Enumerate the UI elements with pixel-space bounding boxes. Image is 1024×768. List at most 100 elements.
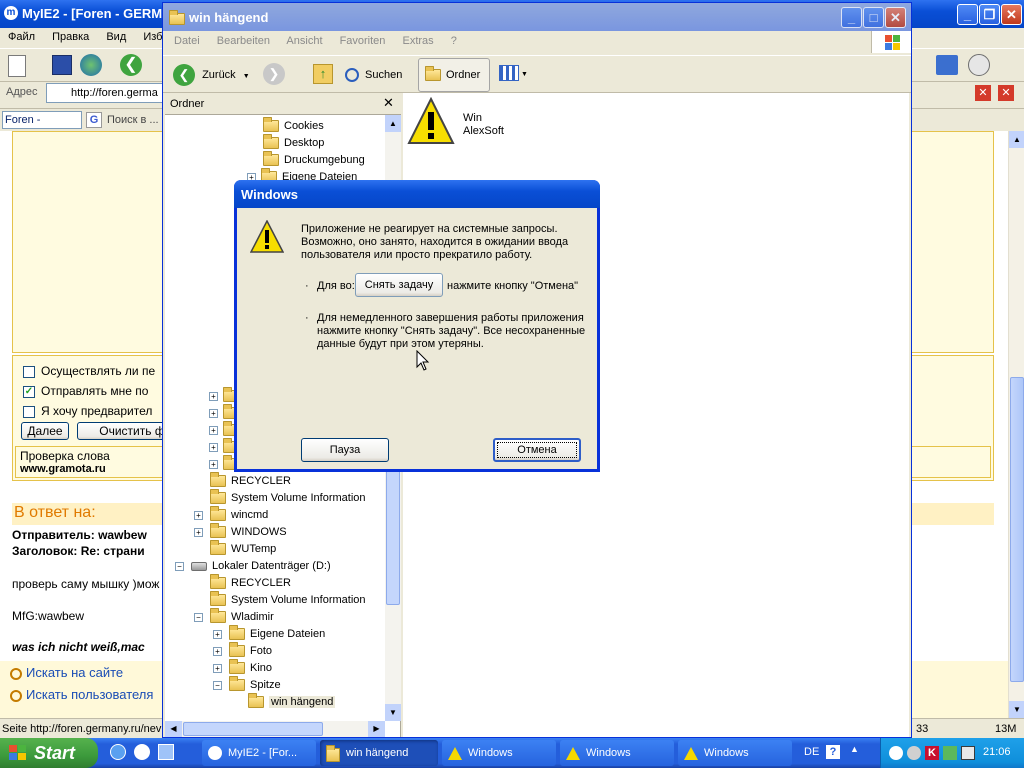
close-all-icon[interactable]: ✕ bbox=[998, 85, 1014, 101]
end-task-button[interactable]: Снять задачу bbox=[355, 273, 443, 297]
cancel-button[interactable]: Отмена bbox=[493, 438, 581, 462]
collapse-icon[interactable]: − bbox=[213, 680, 222, 690]
checkbox-row-3[interactable]: Я хочу предварител bbox=[23, 404, 152, 418]
expand-icon[interactable]: + bbox=[213, 646, 222, 656]
tree-item[interactable]: + Foto bbox=[213, 642, 272, 660]
browser-menu-file[interactable]: Файл bbox=[8, 31, 35, 43]
tree-hscrollbar[interactable]: ◀ ▶ bbox=[165, 721, 385, 737]
browser-menu-view[interactable]: Вид bbox=[106, 31, 126, 43]
browser-minimize-button[interactable]: _ bbox=[957, 4, 978, 25]
scroll-down-button[interactable]: ▼ bbox=[1009, 701, 1024, 718]
expand-icon[interactable]: + bbox=[213, 629, 222, 639]
quicklaunch-explorer-icon[interactable] bbox=[158, 744, 174, 760]
next-button[interactable]: Далее bbox=[21, 422, 69, 440]
tree-item[interactable]: − Spitze bbox=[213, 676, 281, 694]
browser-restore-button[interactable]: ❐ bbox=[979, 4, 1000, 25]
address-input[interactable]: http://foren.germa bbox=[46, 83, 164, 103]
explorer-menu-file[interactable]: Datei bbox=[174, 35, 200, 47]
tree-item[interactable]: Druckumgebung bbox=[263, 151, 365, 169]
scroll-thumb[interactable] bbox=[1010, 377, 1024, 682]
search-box[interactable]: Поиск в ... bbox=[107, 114, 159, 126]
expand-icon[interactable]: + bbox=[209, 425, 218, 435]
tree-item[interactable]: win hängend bbox=[232, 693, 336, 711]
tray-antivirus-icon[interactable]: K bbox=[925, 746, 939, 760]
explorer-close-button[interactable]: ✕ bbox=[885, 7, 906, 28]
expand-icon[interactable]: + bbox=[213, 663, 222, 673]
browser-tab[interactable]: Foren - GERM... bbox=[2, 111, 82, 142]
explorer-menu-edit[interactable]: Bearbeiten bbox=[217, 35, 270, 47]
scroll-up-button[interactable]: ▲ bbox=[1009, 131, 1024, 148]
views-button[interactable]: ▼ bbox=[499, 65, 533, 85]
folders-button[interactable]: Ordner bbox=[418, 58, 490, 92]
checkbox-3[interactable] bbox=[23, 405, 35, 418]
tree-item[interactable]: + wincmd bbox=[194, 506, 268, 524]
collapse-icon[interactable]: − bbox=[194, 612, 203, 622]
globe-icon[interactable] bbox=[80, 54, 102, 76]
save-icon[interactable] bbox=[52, 55, 72, 75]
tree-scroll-up[interactable]: ▲ bbox=[385, 115, 401, 132]
tree-item[interactable]: − Lokaler Datenträger (D:) bbox=[175, 558, 331, 575]
help-icon[interactable]: ? bbox=[826, 745, 840, 759]
quicklaunch-myie-icon[interactable] bbox=[134, 744, 150, 760]
task-windows-3[interactable]: Windows bbox=[678, 740, 792, 766]
search-button[interactable]: Suchen bbox=[345, 63, 402, 87]
explorer-maximize-button[interactable]: □ bbox=[863, 7, 884, 28]
checkbox-row-2[interactable]: ✓ Отправлять мне по bbox=[23, 384, 148, 398]
tree-item[interactable]: WUTemp bbox=[194, 540, 276, 558]
toolbar-icon-edit[interactable] bbox=[936, 55, 958, 75]
tree-hscroll-thumb[interactable] bbox=[183, 722, 323, 736]
checkbox-1[interactable] bbox=[23, 365, 35, 378]
task-explorer[interactable]: win hängend bbox=[320, 740, 438, 766]
dialog-titlebar[interactable]: Windows bbox=[234, 180, 600, 208]
tree-item[interactable]: RECYCLER bbox=[194, 472, 291, 490]
search-site-link[interactable]: Искать на сайте bbox=[10, 665, 123, 680]
task-windows-2[interactable]: Windows bbox=[560, 740, 674, 766]
explorer-menu-favorites[interactable]: Favoriten bbox=[340, 35, 386, 47]
tray-myie-icon[interactable] bbox=[889, 746, 903, 760]
tree-item[interactable]: RECYCLER bbox=[194, 574, 291, 592]
up-folder-icon[interactable]: ↑ bbox=[313, 64, 333, 84]
chevron-icon[interactable]: ▲ bbox=[850, 744, 859, 754]
tree-scroll-down[interactable]: ▼ bbox=[385, 704, 401, 721]
expand-icon[interactable]: + bbox=[194, 510, 203, 520]
quicklaunch-ie-icon[interactable] bbox=[110, 744, 126, 760]
expand-icon[interactable]: + bbox=[209, 442, 218, 452]
checkbox-row-1[interactable]: Осуществлять ли пе bbox=[23, 364, 155, 378]
explorer-titlebar[interactable]: win hängend _ □ ✕ bbox=[163, 3, 911, 31]
expand-icon[interactable]: + bbox=[209, 408, 218, 418]
task-windows-1[interactable]: Windows bbox=[442, 740, 556, 766]
tray-tool-icon[interactable] bbox=[943, 746, 957, 760]
explorer-menu-tools[interactable]: Extras bbox=[402, 35, 433, 47]
close-tab-icon[interactable]: ✕ bbox=[975, 85, 991, 101]
tree-item[interactable]: System Volume Information bbox=[194, 591, 366, 609]
back-arrow-icon[interactable]: ❮ bbox=[120, 54, 142, 76]
tree-item[interactable]: + WINDOWS bbox=[194, 523, 287, 541]
tree-scroll-left[interactable]: ◀ bbox=[165, 721, 182, 737]
tray-help-icon[interactable] bbox=[907, 746, 921, 760]
tree-item[interactable]: + Kino bbox=[213, 659, 272, 677]
toolbar-icon-clock[interactable] bbox=[968, 54, 990, 76]
expand-icon[interactable]: + bbox=[209, 459, 218, 469]
browser-menu-edit[interactable]: Правка bbox=[52, 31, 89, 43]
tree-item[interactable]: System Volume Information bbox=[194, 489, 366, 507]
language-indicator[interactable]: DE bbox=[804, 746, 819, 758]
explorer-menu-view[interactable]: Ansicht bbox=[286, 35, 322, 47]
task-myie[interactable]: MyIE2 - [For... bbox=[202, 740, 316, 766]
start-button[interactable]: Start bbox=[0, 738, 98, 768]
tree-item[interactable]: − Wladimir bbox=[194, 608, 274, 626]
clock[interactable]: 21:06 bbox=[983, 746, 1011, 758]
back-button[interactable]: ❮ Zurück ▼ bbox=[173, 63, 250, 87]
folder-panel-close-icon[interactable]: ✕ bbox=[383, 95, 394, 111]
tree-item[interactable]: Cookies bbox=[263, 117, 324, 135]
file-item[interactable]: Win AlexSoft bbox=[407, 97, 507, 149]
explorer-minimize-button[interactable]: _ bbox=[841, 7, 862, 28]
browser-close-button[interactable]: ✕ bbox=[1001, 4, 1022, 25]
explorer-menu-help[interactable]: ? bbox=[451, 35, 457, 47]
search-user-link[interactable]: Искать пользователя bbox=[10, 687, 153, 702]
tree-item[interactable]: Desktop bbox=[263, 134, 324, 152]
tray-network-icon[interactable] bbox=[961, 746, 975, 760]
new-page-icon[interactable] bbox=[8, 55, 26, 77]
forward-icon[interactable]: ❯ bbox=[263, 63, 285, 85]
tree-scroll-right[interactable]: ▶ bbox=[368, 721, 385, 737]
expand-icon[interactable]: + bbox=[194, 527, 203, 537]
